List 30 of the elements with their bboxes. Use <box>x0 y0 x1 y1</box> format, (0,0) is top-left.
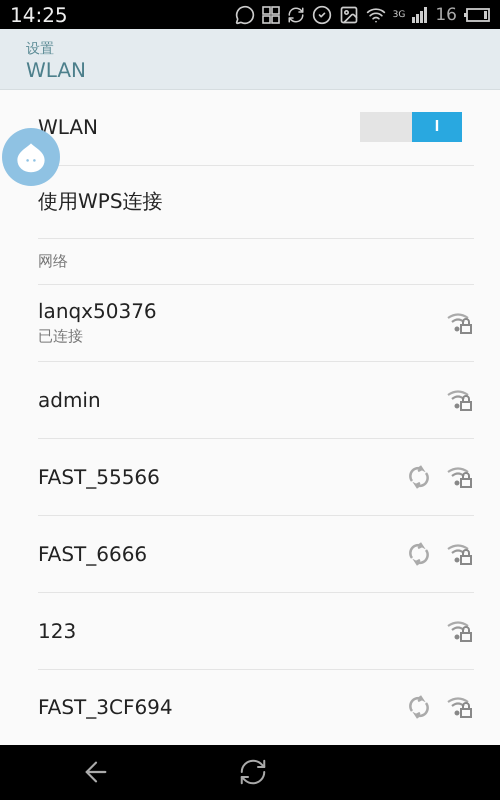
page-title: WLAN <box>26 58 88 82</box>
wifi-lock-icon <box>446 695 474 720</box>
wifi-lock-icon <box>446 310 474 335</box>
battery-icon <box>464 8 490 22</box>
network-name[interactable]: FAST_55566 <box>38 464 160 489</box>
signal-icon <box>412 6 428 23</box>
check-circle-icon <box>312 4 332 25</box>
wlan-label: WLAN <box>38 115 98 140</box>
network-status: 已连接 <box>38 327 84 346</box>
wps-connect-item[interactable]: 使用WPS连接 <box>38 188 163 216</box>
network-name[interactable]: FAST_6666 <box>38 542 148 566</box>
section-title: 网络 <box>38 252 68 271</box>
sync-icon <box>286 6 305 24</box>
network-name[interactable]: admin <box>38 388 101 412</box>
network-name[interactable]: lanqx50376 <box>38 299 157 324</box>
chat-icon <box>234 4 255 25</box>
wps-arrows-icon <box>408 464 430 489</box>
status-time: 14:25 <box>10 2 68 27</box>
battery-level: 16 <box>435 4 457 25</box>
wifi-lock-icon <box>446 464 474 489</box>
network-type: 3G <box>392 10 406 20</box>
wps-arrows-icon <box>408 695 430 720</box>
network-name[interactable]: 123 <box>38 618 76 643</box>
wps-arrows-icon <box>408 542 430 566</box>
grid-icon <box>262 6 280 24</box>
wifi-lock-icon <box>446 618 474 643</box>
wifi-lock-icon <box>446 388 474 412</box>
image-icon <box>338 4 359 25</box>
wifi-lock-icon <box>446 542 474 566</box>
network-name[interactable]: FAST_3CF694 <box>38 695 173 720</box>
